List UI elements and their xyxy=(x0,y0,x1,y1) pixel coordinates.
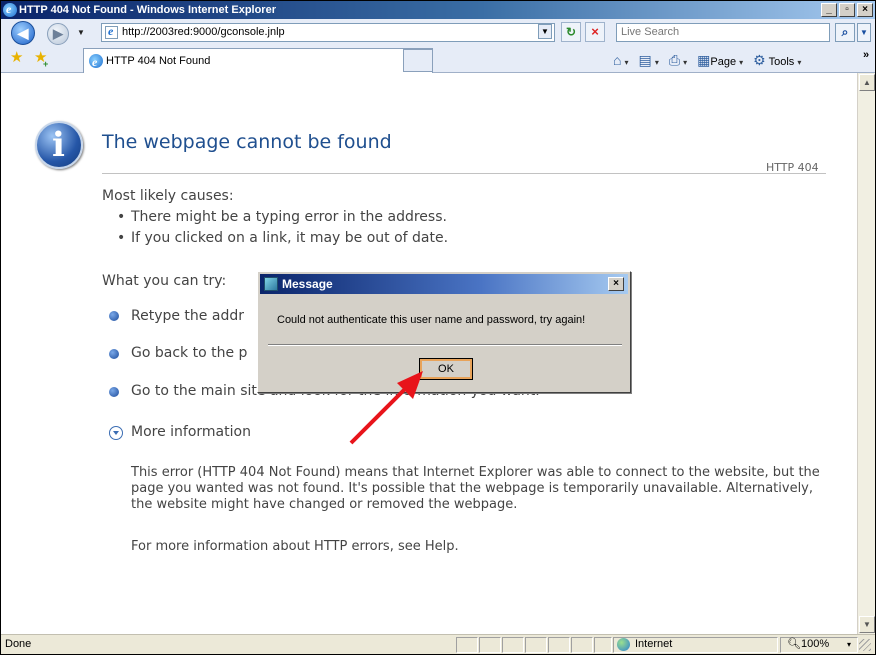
causes-heading: Most likely causes: xyxy=(102,188,234,204)
status-bar: Done Internet 🔍︎100% ▾ xyxy=(1,634,875,654)
feeds-dropdown-icon: ▾ xyxy=(654,57,659,67)
tab-http-404[interactable]: HTTP 404 Not Found xyxy=(83,48,433,74)
globe-icon xyxy=(617,638,630,651)
try-item-retype: Retype the addr xyxy=(131,308,244,324)
bullet-icon xyxy=(109,387,119,397)
page-icon: ▦ xyxy=(697,51,711,68)
forward-button[interactable]: ▶ xyxy=(47,23,69,45)
bullet-icon xyxy=(109,349,119,359)
page-title: The webpage cannot be found xyxy=(102,131,392,153)
title-divider xyxy=(102,173,826,174)
back-button[interactable]: ◀ xyxy=(11,21,35,45)
new-tab-button[interactable] xyxy=(403,49,433,72)
zoom-dropdown-icon[interactable]: ▾ xyxy=(847,635,851,654)
arrow-shaft xyxy=(349,381,413,445)
search-button[interactable]: ⌕ xyxy=(835,23,855,42)
feeds-icon: ▤ xyxy=(638,51,652,68)
page-menu-button[interactable]: ▦Page ▾ xyxy=(697,52,743,69)
error-explanation: This error (HTTP 404 Not Found) means th… xyxy=(131,465,820,512)
refresh-button[interactable]: ↻ xyxy=(561,22,581,42)
expand-down-icon xyxy=(109,426,123,440)
red-arrow-annotation xyxy=(349,371,423,445)
zoom-value: 100% xyxy=(800,638,830,650)
java-cup-icon xyxy=(264,277,278,291)
zoom-level[interactable]: 🔍︎100% xyxy=(787,635,829,654)
message-dialog: Message × Could not authenticate this us… xyxy=(257,271,631,393)
tab-favicon-icon xyxy=(89,50,103,74)
status-cell xyxy=(456,637,478,653)
print-button[interactable]: ⎙ ▾ xyxy=(669,52,687,69)
close-button[interactable]: × xyxy=(857,3,873,17)
dialog-title-bar[interactable]: Message × xyxy=(260,274,628,294)
add-favorites-icon[interactable]: ★ xyxy=(34,50,49,73)
tools-menu-label: Tools xyxy=(768,55,795,68)
status-text: Done xyxy=(5,638,32,650)
page-menu-label: Page xyxy=(710,55,737,68)
home-dropdown-icon: ▾ xyxy=(624,58,629,67)
scroll-up-button[interactable]: ▲ xyxy=(859,74,875,91)
address-dropdown[interactable]: ▼ xyxy=(538,24,552,39)
home-icon: ⌂ xyxy=(613,52,622,68)
dialog-close-button[interactable]: × xyxy=(608,277,624,291)
home-button[interactable]: ⌂ ▾ xyxy=(613,52,629,68)
recent-pages-dropdown[interactable]: ▼ xyxy=(77,28,85,37)
status-cell xyxy=(502,637,524,653)
status-cell xyxy=(525,637,547,653)
tab-label: HTTP 404 Not Found xyxy=(106,55,211,67)
more-information-label: More information xyxy=(131,424,251,440)
ie-window: HTTP 404 Not Found - Windows Internet Ex… xyxy=(0,0,876,655)
gear-icon: ⚙ xyxy=(753,51,766,68)
window-controls: _ ▫ × xyxy=(821,3,873,17)
try-heading: What you can try: xyxy=(102,273,227,289)
cause-item: If you clicked on a link, it may be out … xyxy=(117,230,448,246)
stop-button[interactable]: × xyxy=(585,22,605,42)
print-dropdown-icon: ▾ xyxy=(683,57,688,67)
tools-dropdown-icon: ▾ xyxy=(797,57,802,67)
status-cell xyxy=(479,637,501,653)
bullet-icon xyxy=(109,311,119,321)
status-cell xyxy=(594,637,612,653)
window-title: HTTP 404 Not Found - Windows Internet Ex… xyxy=(19,4,276,16)
minimize-button[interactable]: _ xyxy=(821,3,837,17)
more-commands-chevron[interactable]: » xyxy=(863,49,869,61)
scroll-down-button[interactable]: ▼ xyxy=(859,616,875,633)
security-zone: Internet xyxy=(635,638,673,650)
ie-logo-icon xyxy=(3,1,17,18)
dialog-separator xyxy=(268,344,622,346)
try-item-go-back[interactable]: Go back to the p xyxy=(131,345,247,361)
page-favicon-icon xyxy=(105,23,118,40)
tools-menu-button[interactable]: ⚙ Tools ▾ xyxy=(753,52,801,69)
cause-item: There might be a typing error in the add… xyxy=(117,209,447,225)
status-cell xyxy=(571,637,593,653)
search-options-dropdown[interactable]: ▼ xyxy=(857,23,871,42)
tab-row: ★ ★ HTTP 404 Not Found ⌂ ▾ ▤ ▾ ⎙ ▾ ▦Page… xyxy=(1,45,875,74)
more-information-toggle[interactable]: More information xyxy=(109,424,251,440)
address-row: ◀ ▶ ▼ http://2003red:9000/gconsole.jnlp … xyxy=(1,19,875,45)
print-icon: ⎙ xyxy=(668,51,681,68)
address-url: http://2003red:9000/gconsole.jnlp xyxy=(122,26,285,38)
dialog-message: Could not authenticate this user name an… xyxy=(277,314,586,326)
title-bar[interactable]: HTTP 404 Not Found - Windows Internet Ex… xyxy=(1,1,875,19)
search-input[interactable]: Live Search xyxy=(616,23,830,42)
info-icon xyxy=(35,121,83,169)
vertical-scrollbar[interactable]: ▲ ▼ xyxy=(857,73,875,634)
dialog-title: Message xyxy=(282,277,333,291)
status-cell xyxy=(548,637,570,653)
maximize-button[interactable]: ▫ xyxy=(839,3,855,17)
feeds-button[interactable]: ▤ ▾ xyxy=(639,52,659,69)
help-line: For more information about HTTP errors, … xyxy=(131,539,459,554)
resize-grip-icon[interactable] xyxy=(859,639,871,651)
favorites-center-icon[interactable]: ★ xyxy=(10,50,23,66)
address-bar[interactable]: http://2003red:9000/gconsole.jnlp xyxy=(101,23,555,42)
command-bar: ⌂ ▾ ▤ ▾ ⎙ ▾ ▦Page ▾ ⚙ Tools ▾ xyxy=(613,50,801,70)
page-dropdown-icon: ▾ xyxy=(739,57,744,67)
